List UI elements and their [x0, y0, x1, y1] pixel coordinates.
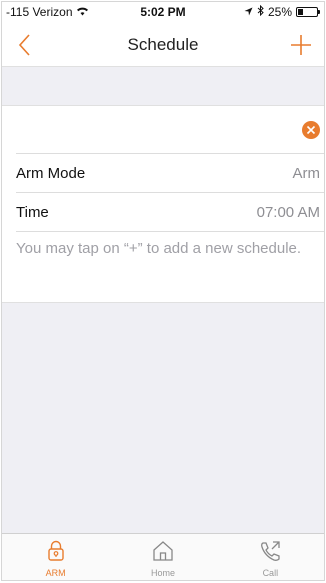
arm-mode-value: Arm	[292, 165, 321, 182]
hint-text: You may tap on “+” to add a new schedule…	[16, 240, 302, 257]
schedule-card: Arm Mode Arm Time 07:00 AM You may tap o…	[2, 106, 324, 270]
arm-mode-row[interactable]: Arm Mode Arm	[16, 154, 324, 193]
delete-row	[16, 106, 324, 154]
bluetooth-icon	[257, 4, 264, 19]
close-circle-icon[interactable]	[302, 121, 320, 139]
empty-area	[2, 302, 324, 533]
lock-icon	[44, 539, 68, 563]
time-row[interactable]: Time 07:00 AM	[16, 193, 324, 232]
location-arrow-icon	[244, 5, 253, 19]
nav-bar: Schedule	[2, 24, 324, 66]
app-frame: -115 Verizon 5:02 PM 25% Schedule Arm Mo…	[1, 1, 325, 581]
header-spacer	[2, 66, 324, 106]
battery-icon	[296, 7, 320, 17]
page-title: Schedule	[127, 35, 199, 54]
home-icon	[151, 539, 175, 563]
tab-home-label: Home	[150, 568, 175, 578]
time-label: Time	[16, 204, 49, 221]
battery-fill	[298, 9, 303, 15]
tab-home[interactable]: Home	[109, 534, 216, 580]
plus-icon[interactable]	[286, 30, 316, 60]
tab-call[interactable]: Call	[217, 534, 324, 580]
arm-mode-label: Arm Mode	[16, 165, 86, 182]
tab-call-label: Call	[262, 568, 279, 578]
time-value: 07:00 AM	[256, 204, 320, 221]
status-bar: -115 Verizon 5:02 PM 25%	[2, 2, 324, 24]
tab-arm-label: ARM	[45, 568, 66, 578]
phone-icon	[258, 539, 282, 563]
status-right: 25%	[244, 4, 320, 19]
battery-percent: 25%	[267, 5, 292, 19]
tab-arm[interactable]: ARM	[2, 534, 109, 580]
tab-bar: ARM Home Call	[2, 533, 324, 580]
